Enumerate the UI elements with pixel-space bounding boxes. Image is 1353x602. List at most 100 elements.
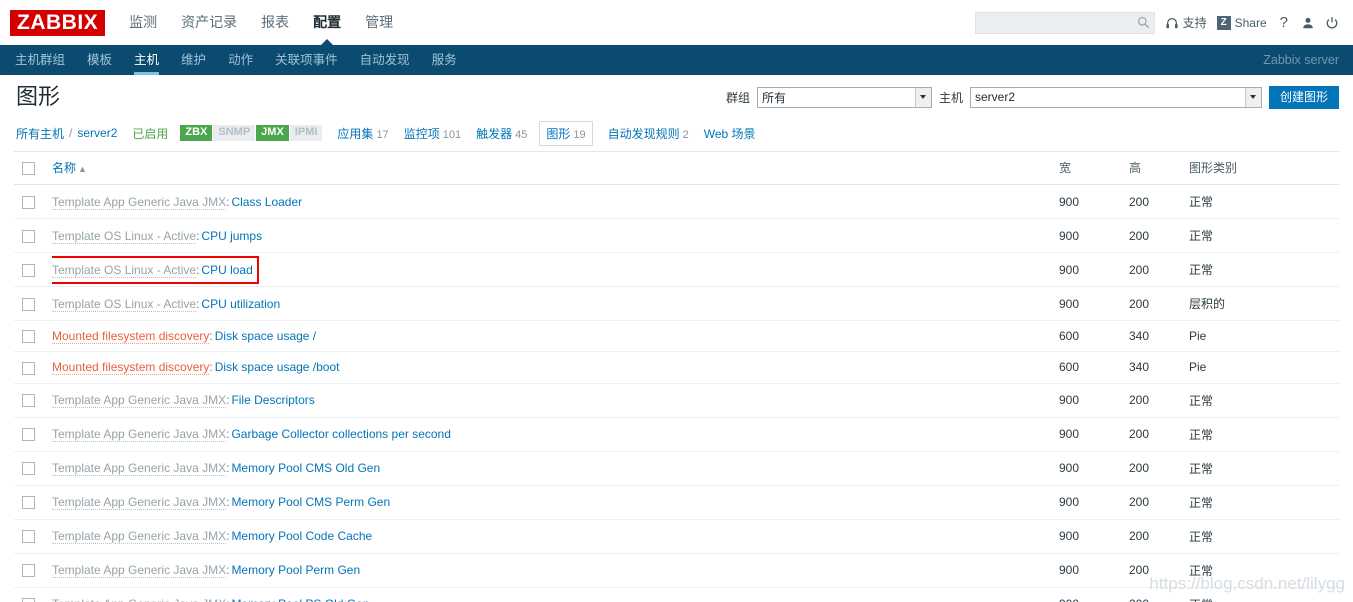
template-link[interactable]: Template App Generic Java JMX: [52, 393, 227, 409]
breadcrumb-separator: /: [69, 126, 73, 140]
select-all-checkbox[interactable]: [22, 161, 35, 175]
subnav-item-host-groups[interactable]: 主机群组: [4, 45, 76, 75]
breadcrumb-host[interactable]: server2: [77, 126, 117, 140]
help-icon[interactable]: ?: [1277, 14, 1291, 31]
subnav-item-maintenance[interactable]: 维护: [170, 45, 217, 75]
search-input[interactable]: [979, 14, 1137, 31]
search-icon[interactable]: [1137, 16, 1150, 29]
table-row: Template App Generic Java JMX:Memory Poo…: [14, 587, 1339, 602]
global-search[interactable]: [974, 11, 1155, 34]
tab-discovery-rules[interactable]: 自动发现规则 2: [608, 125, 689, 142]
template-link[interactable]: Template App Generic Java JMX: [52, 427, 227, 443]
subnav-item-services[interactable]: 服务: [421, 45, 468, 75]
template-link[interactable]: Template App Generic Java JMX: [52, 563, 227, 579]
graph-name-link[interactable]: File Descriptors: [229, 393, 314, 407]
graph-width-cell: 900: [1059, 519, 1129, 554]
row-checkbox[interactable]: [22, 598, 35, 602]
group-select[interactable]: 所有: [756, 86, 932, 108]
host-select[interactable]: server2: [969, 86, 1262, 108]
row-checkbox[interactable]: [22, 330, 35, 344]
row-checkbox[interactable]: [22, 530, 35, 544]
graph-type-cell: 正常: [1189, 519, 1339, 554]
host-status-label[interactable]: 已启用: [132, 125, 168, 142]
user-icon[interactable]: [1301, 16, 1315, 30]
graph-width-cell: 900: [1059, 184, 1129, 219]
discovery-rule-link[interactable]: Mounted filesystem discovery: [52, 360, 210, 376]
graph-type-cell: 正常: [1189, 485, 1339, 520]
create-graph-button[interactable]: 创建图形: [1268, 85, 1339, 109]
row-checkbox[interactable]: [22, 229, 35, 243]
subnav-item-hosts[interactable]: 主机: [123, 45, 170, 75]
graph-name-link[interactable]: Disk space usage /boot: [213, 360, 340, 374]
graph-name-link[interactable]: CPU jumps: [199, 229, 262, 243]
tab-triggers[interactable]: 触发器 45: [476, 125, 527, 142]
template-link[interactable]: Template App Generic Java JMX: [52, 495, 227, 511]
page-title: 图形: [16, 84, 61, 109]
graph-height-cell: 200: [1129, 417, 1189, 452]
column-header-name[interactable]: 名称 ▲: [52, 152, 1059, 185]
template-link[interactable]: Template OS Linux - Active: [52, 228, 197, 244]
graph-name-link[interactable]: Memory Pool Code Cache: [229, 529, 372, 543]
row-checkbox[interactable]: [22, 428, 35, 442]
tab-applications[interactable]: 应用集 17: [337, 125, 388, 142]
zabbix-logo[interactable]: ZABBIX: [10, 9, 106, 36]
template-link[interactable]: Template App Generic Java JMX: [52, 529, 227, 545]
row-checkbox[interactable]: [22, 564, 35, 578]
graph-name-link[interactable]: CPU load: [199, 263, 252, 277]
power-icon[interactable]: [1325, 16, 1339, 30]
graph-height-cell: 200: [1129, 252, 1189, 287]
row-checkbox[interactable]: [22, 462, 35, 476]
graph-height-cell: 200: [1129, 553, 1189, 588]
tab-items[interactable]: 监控项 101: [404, 125, 461, 142]
row-checkbox-cell: [14, 351, 52, 384]
nav-item-inventory[interactable]: 资产记录: [169, 0, 249, 45]
template-link[interactable]: Template OS Linux - Active: [52, 262, 197, 278]
subnav-item-discovery[interactable]: 自动发现: [349, 45, 421, 75]
row-checkbox[interactable]: [22, 263, 35, 277]
graph-name-link[interactable]: Memory Pool CMS Perm Gen: [229, 495, 390, 509]
row-checkbox-cell: [14, 286, 52, 321]
graph-name-cell: Template App Generic Java JMX:Memory Poo…: [52, 519, 1059, 554]
graph-name-link[interactable]: Class Loader: [229, 195, 302, 209]
row-checkbox[interactable]: [22, 195, 35, 209]
row-checkbox[interactable]: [22, 297, 35, 311]
column-header-name-label: 名称: [52, 161, 77, 175]
host-filter-label: 主机: [938, 90, 963, 105]
nav-item-configuration[interactable]: 配置: [301, 0, 353, 45]
support-link[interactable]: 支持: [1165, 14, 1207, 31]
template-link[interactable]: Template OS Linux - Active: [52, 296, 197, 312]
subnav-item-correlation[interactable]: 关联项事件: [264, 45, 349, 75]
share-link[interactable]: Z Share: [1216, 15, 1267, 30]
row-checkbox-cell: [14, 519, 52, 554]
breadcrumb-all-hosts[interactable]: 所有主机: [16, 125, 64, 142]
subnav-item-templates[interactable]: 模板: [76, 45, 123, 75]
row-checkbox[interactable]: [22, 394, 35, 408]
graph-name-link[interactable]: Memory Pool PS Old Gen: [229, 597, 369, 602]
table-row: Template OS Linux - Active: CPU jumps 900 2…: [14, 218, 1339, 253]
template-link[interactable]: Template App Generic Java JMX: [52, 461, 227, 477]
chevron-down-icon[interactable]: [1244, 87, 1261, 107]
nav-item-reports[interactable]: 报表: [249, 0, 301, 45]
graph-name-link[interactable]: Memory Pool Perm Gen: [229, 563, 360, 577]
graph-name-cell: Template App Generic Java JMX: File Descr…: [52, 383, 1059, 418]
template-link[interactable]: Template App Generic Java JMX: [52, 597, 227, 602]
tab-graphs-label: 图形: [546, 126, 571, 141]
subnav-item-actions[interactable]: 动作: [217, 45, 264, 75]
nav-item-monitoring[interactable]: 监测: [117, 0, 169, 45]
row-checkbox[interactable]: [22, 496, 35, 510]
nav-item-administration[interactable]: 管理: [353, 0, 405, 45]
top-header: ZABBIX 监测 资产记录 报表 配置 管理 支持 Z Share ?: [0, 0, 1353, 45]
chevron-down-icon[interactable]: [914, 87, 931, 107]
graph-name-link[interactable]: CPU utilization: [199, 297, 280, 311]
support-label: 支持: [1182, 16, 1207, 30]
row-checkbox[interactable]: [22, 361, 35, 375]
template-link[interactable]: Template App Generic Java JMX: [52, 194, 227, 210]
graph-height-cell: 200: [1129, 519, 1189, 554]
graph-name-link[interactable]: Garbage Collector collections per second: [229, 427, 450, 441]
graph-name-link[interactable]: Disk space usage /: [213, 329, 316, 343]
discovery-rule-link[interactable]: Mounted filesystem discovery: [52, 329, 210, 345]
tab-graphs[interactable]: 图形 19: [539, 120, 593, 146]
graph-name-link[interactable]: Memory Pool CMS Old Gen: [229, 461, 380, 475]
tab-web-scenarios[interactable]: Web 场景: [704, 125, 756, 142]
graph-name-wrapper: Template App Generic Java JMX:Memory Poo…: [52, 597, 370, 602]
